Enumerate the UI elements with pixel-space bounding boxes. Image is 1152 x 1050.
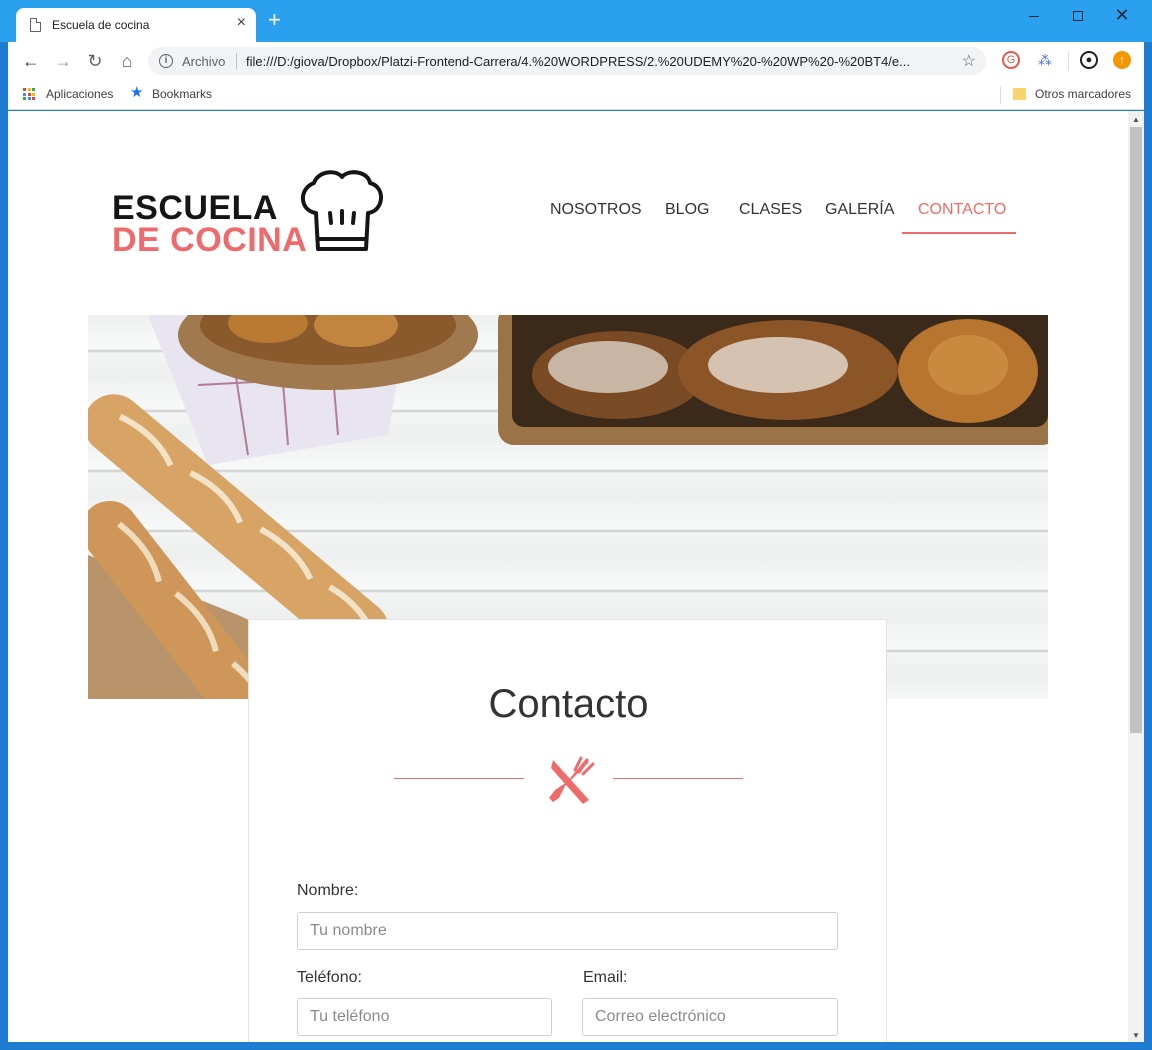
nombre-input[interactable] (297, 912, 838, 950)
home-button[interactable]: ⌂ (114, 48, 140, 74)
contact-card: Contacto Nombre: Teléfono: Email: (248, 619, 887, 1042)
email-label: Email: (583, 969, 628, 986)
bookmark-star-icon[interactable]: ☆ (962, 51, 976, 71)
bookmark-bookmarks[interactable]: Bookmarks (152, 87, 212, 101)
maximize-button[interactable] (1056, 4, 1100, 28)
update-icon[interactable]: ↑ (1113, 51, 1131, 69)
telefono-input[interactable] (297, 998, 552, 1036)
bookmark-apps[interactable]: Aplicaciones (46, 87, 113, 101)
page-title: Contacto (488, 682, 649, 726)
star-icon: ★ (130, 84, 144, 101)
info-icon[interactable]: i (159, 54, 173, 68)
page-viewport: ESCUELA DE COCINA NOSOTROS BLOG CLASES G… (8, 111, 1144, 1042)
nombre-label: Nombre: (297, 882, 359, 899)
scroll-down-icon[interactable]: ▼ (1132, 1031, 1140, 1040)
nav-clases[interactable]: CLASES (739, 201, 802, 219)
close-window-button[interactable]: ✕ (1100, 4, 1144, 28)
address-separator (236, 53, 237, 69)
email-input[interactable] (582, 998, 838, 1036)
profile-icon[interactable]: ● (1080, 51, 1098, 69)
forward-button[interactable]: → (50, 48, 76, 74)
telefono-label: Teléfono: (297, 969, 362, 986)
maximize-icon (1073, 11, 1083, 22)
page-scrollbar[interactable]: ▲ ▼ (1128, 111, 1144, 1042)
apps-grid-icon[interactable] (23, 88, 35, 100)
extension-icon[interactable]: G (1002, 51, 1020, 69)
browser-titlebar: Escuela de cocina × + ✕ (0, 0, 1152, 42)
nav-contacto[interactable]: CONTACTO (918, 201, 1006, 219)
scroll-up-icon[interactable]: ▲ (1132, 115, 1140, 124)
minimize-button[interactable] (1012, 4, 1056, 28)
title-divider-left (394, 778, 524, 779)
new-tab-button[interactable]: + (268, 9, 281, 31)
scrollbar-thumb[interactable] (1130, 127, 1142, 733)
reload-button[interactable]: ↻ (82, 48, 108, 74)
bookmarks-bar: Aplicaciones ★ Bookmarks Otros marcadore… (8, 80, 1144, 110)
url-text[interactable]: file:///D:/giova/Dropbox/Platzi-Frontend… (246, 54, 946, 69)
back-button[interactable]: ← (18, 48, 44, 74)
tab-title: Escuela de cocina (52, 18, 150, 32)
active-nav-underline (902, 232, 1016, 234)
browser-toolbar: ← → ↻ ⌂ i Archivo file:///D:/giova/Dropb… (8, 42, 1144, 80)
toolbar-separator (1068, 52, 1069, 70)
logo-line2: DE COCINA (112, 221, 308, 259)
bookmarks-separator (1000, 86, 1001, 104)
title-divider-right (613, 778, 743, 779)
bookmark-other[interactable]: Otros marcadores (1035, 87, 1131, 101)
document-icon (30, 18, 41, 32)
close-tab-icon[interactable]: × (237, 14, 246, 32)
extension-icon[interactable]: ⁂ (1036, 51, 1054, 69)
nav-galeria[interactable]: GALERÍA (825, 201, 894, 219)
nav-blog[interactable]: BLOG (665, 201, 709, 219)
minimize-icon (1029, 15, 1039, 17)
address-label: Archivo (182, 54, 226, 69)
nav-nosotros[interactable]: NOSOTROS (550, 201, 642, 219)
chef-hat-icon (301, 170, 383, 251)
folder-icon (1013, 88, 1026, 100)
address-bar[interactable]: i Archivo file:///D:/giova/Dropbox/Platz… (148, 47, 986, 75)
knife-fork-icon (549, 756, 595, 804)
browser-tab[interactable]: Escuela de cocina × (16, 8, 256, 42)
